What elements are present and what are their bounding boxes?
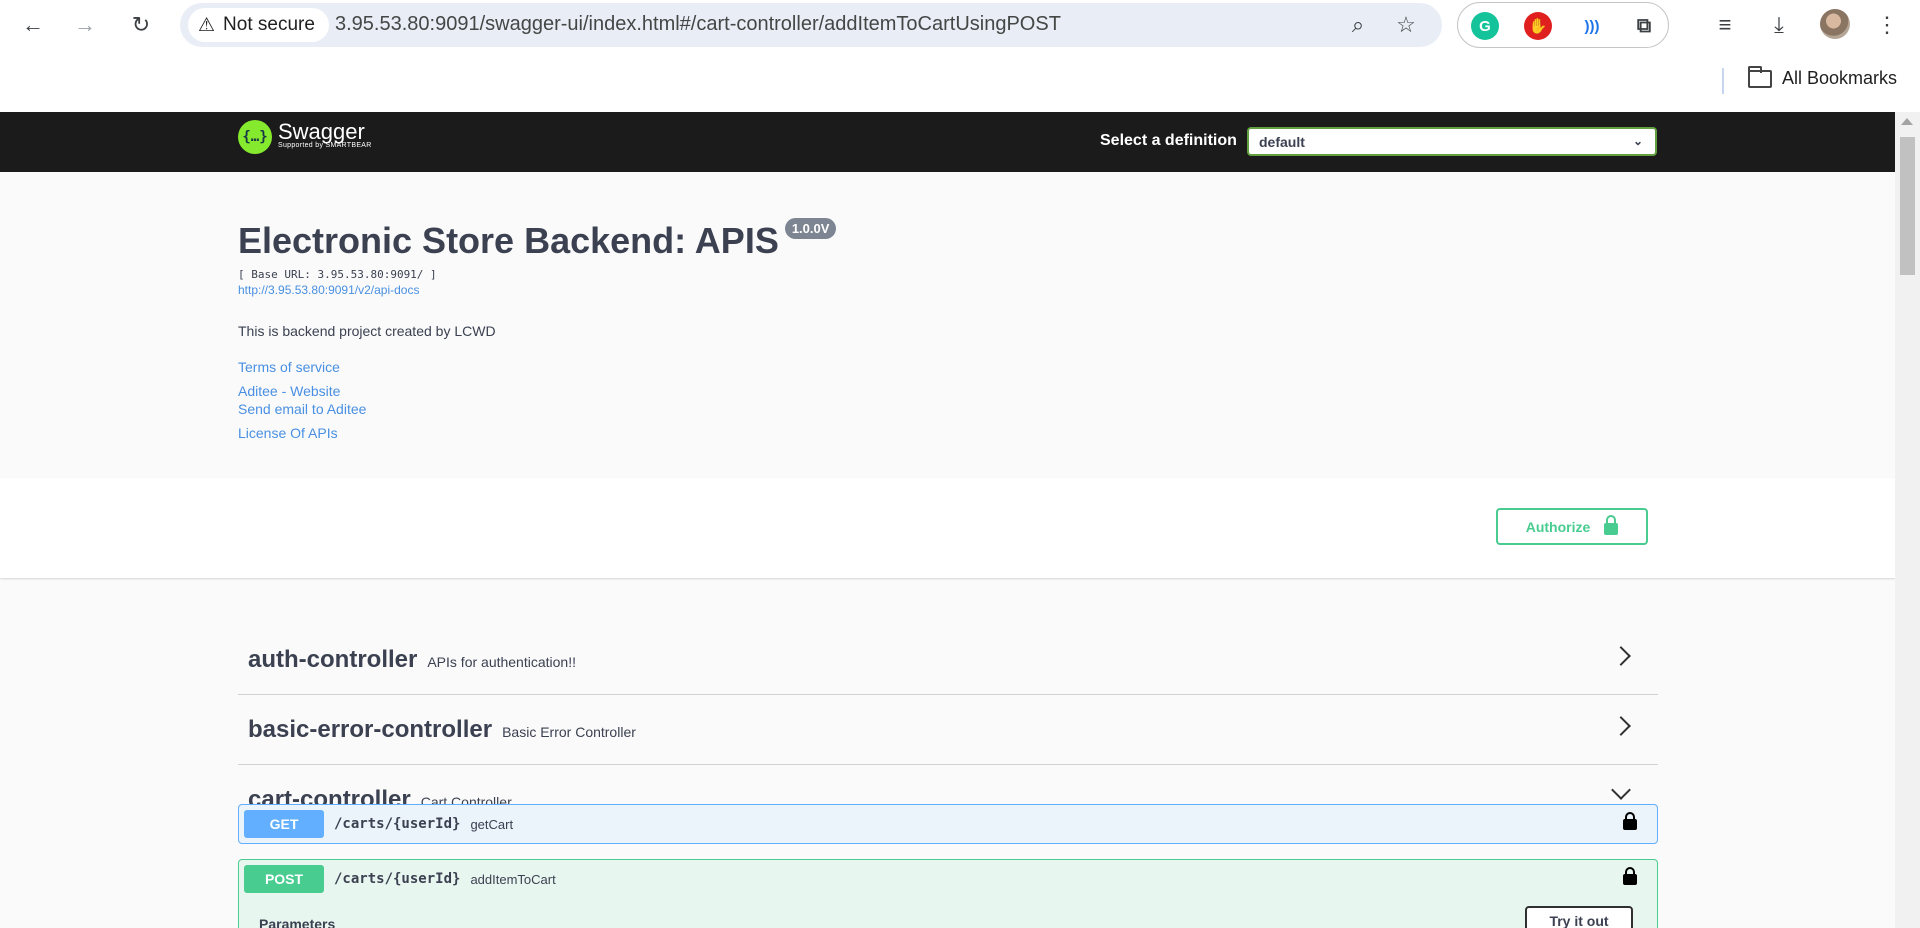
api-info: Electronic Store Backend: APIS 1.0.0V [ … — [238, 218, 837, 441]
avatar[interactable] — [1820, 9, 1850, 39]
chevron-right-icon — [1611, 646, 1631, 666]
all-bookmarks-label: All Bookmarks — [1782, 68, 1898, 88]
tag-name: basic-error-controller — [248, 715, 493, 743]
divider — [1722, 68, 1724, 94]
operation-summary: addItemToCart — [470, 871, 556, 887]
tag-description: APIs for authentication!! — [427, 653, 576, 670]
lock-icon[interactable] — [1623, 867, 1637, 885]
security-label: Not secure — [223, 14, 315, 35]
security-chip[interactable]: ⚠ Not secure — [188, 8, 329, 42]
chevron-down-icon: ⌄ — [1632, 134, 1643, 148]
zoom-icon[interactable]: ⌕ — [1344, 11, 1372, 39]
forward-icon[interactable]: → — [68, 8, 102, 42]
chevron-down-icon — [1611, 780, 1631, 800]
folder-icon — [1748, 65, 1772, 88]
lock-icon[interactable] — [1623, 812, 1637, 830]
reload-icon[interactable]: ↻ — [124, 8, 158, 42]
method-badge: GET — [244, 810, 324, 838]
scroll-up-icon[interactable] — [1901, 118, 1913, 125]
scrollbar[interactable] — [1895, 112, 1920, 928]
authorize-label: Authorize — [1525, 518, 1591, 535]
operation-add-item-to-cart[interactable]: POST /carts/{userId} addItemToCart — [238, 859, 1658, 899]
url-text[interactable]: 3.95.53.80:9091/swagger-ui/index.html#/c… — [335, 13, 1061, 36]
api-description: This is backend project created by LCWD — [238, 323, 496, 339]
operation-summary: getCart — [470, 816, 514, 832]
swagger-topbar: {…} Swagger Supported by SMARTBEAR Selec… — [0, 112, 1895, 172]
browser-toolbar: ← → ↻ ⚠ Not secure 3.95.53.80:9091/swagg… — [0, 0, 1920, 50]
parameters-heading: Parameters — [259, 916, 336, 928]
bookmarks-bar: All Bookmarks — [0, 50, 1920, 112]
api-docs-link[interactable]: http://3.95.53.80:9091/v2/api-docs — [238, 283, 836, 297]
license-link[interactable]: License Of APIs — [238, 425, 836, 441]
definition-value: default — [1259, 134, 1305, 150]
chevron-right-icon — [1611, 716, 1631, 736]
tag-section-basic-error[interactable]: basic-error-controller Basic Error Contr… — [238, 695, 1658, 765]
unlock-icon — [1604, 515, 1619, 535]
bookmark-star-icon[interactable]: ☆ — [1392, 11, 1420, 39]
download-icon[interactable]: ⤓ — [1764, 10, 1794, 40]
version-badge: 1.0.0V — [784, 218, 837, 239]
tag-section-auth[interactable]: auth-controller APIs for authentication!… — [238, 625, 1658, 695]
grammarly-icon[interactable]: G — [1471, 12, 1499, 40]
tag-description: Basic Error Controller — [502, 723, 636, 740]
authorize-button[interactable]: Authorize — [1496, 508, 1648, 545]
page-viewport: {…} Swagger Supported by SMARTBEAR Selec… — [0, 112, 1920, 928]
extensions-puzzle-icon[interactable]: ⧉ — [1630, 12, 1658, 40]
cast-signal-icon[interactable]: ))) — [1578, 12, 1606, 40]
base-url: [ Base URL: 3.95.53.80:9091/ ] — [238, 268, 437, 281]
warning-icon: ⚠ — [198, 14, 216, 36]
tag-name: auth-controller — [248, 645, 418, 673]
definition-label: Select a definition — [1100, 132, 1237, 149]
address-bar[interactable]: ⚠ Not secure 3.95.53.80:9091/swagger-ui/… — [180, 3, 1442, 47]
try-it-out-button[interactable]: Try it out — [1525, 906, 1633, 928]
extensions-group: G ✋ ))) ⧉ — [1457, 2, 1669, 48]
logo-sub: Supported by SMARTBEAR — [278, 142, 372, 149]
terms-link[interactable]: Terms of service — [238, 359, 836, 375]
logo-text: Swagger — [278, 119, 365, 144]
website-link[interactable]: Aditee - Website — [238, 383, 836, 399]
menu-icon[interactable]: ⋮ — [1872, 10, 1902, 40]
media-control-icon[interactable]: ≡ — [1710, 10, 1740, 40]
operation-path: /carts/{userId} — [334, 871, 461, 887]
swagger-logo-icon: {…} — [238, 120, 272, 154]
api-title: Electronic Store Backend: APIS — [238, 220, 779, 261]
email-link[interactable]: Send email to Aditee — [238, 401, 836, 417]
back-icon[interactable]: ← — [16, 8, 50, 42]
operation-body: Parameters Try it out — [238, 898, 1658, 928]
page-title: Electronic Store Backend: APIS 1.0.0V — [238, 218, 837, 262]
operation-get-cart[interactable]: GET /carts/{userId} getCart — [238, 804, 1658, 844]
method-badge: POST — [244, 865, 324, 893]
definition-select[interactable]: default ⌄ — [1247, 127, 1657, 156]
swagger-logo[interactable]: {…} Swagger Supported by SMARTBEAR — [238, 120, 372, 154]
operation-path: /carts/{userId} — [334, 816, 461, 832]
adblock-icon[interactable]: ✋ — [1524, 12, 1552, 40]
scheme-container: Authorize — [0, 478, 1895, 578]
all-bookmarks-button[interactable]: All Bookmarks — [1748, 65, 1898, 89]
scroll-thumb[interactable] — [1900, 137, 1915, 275]
